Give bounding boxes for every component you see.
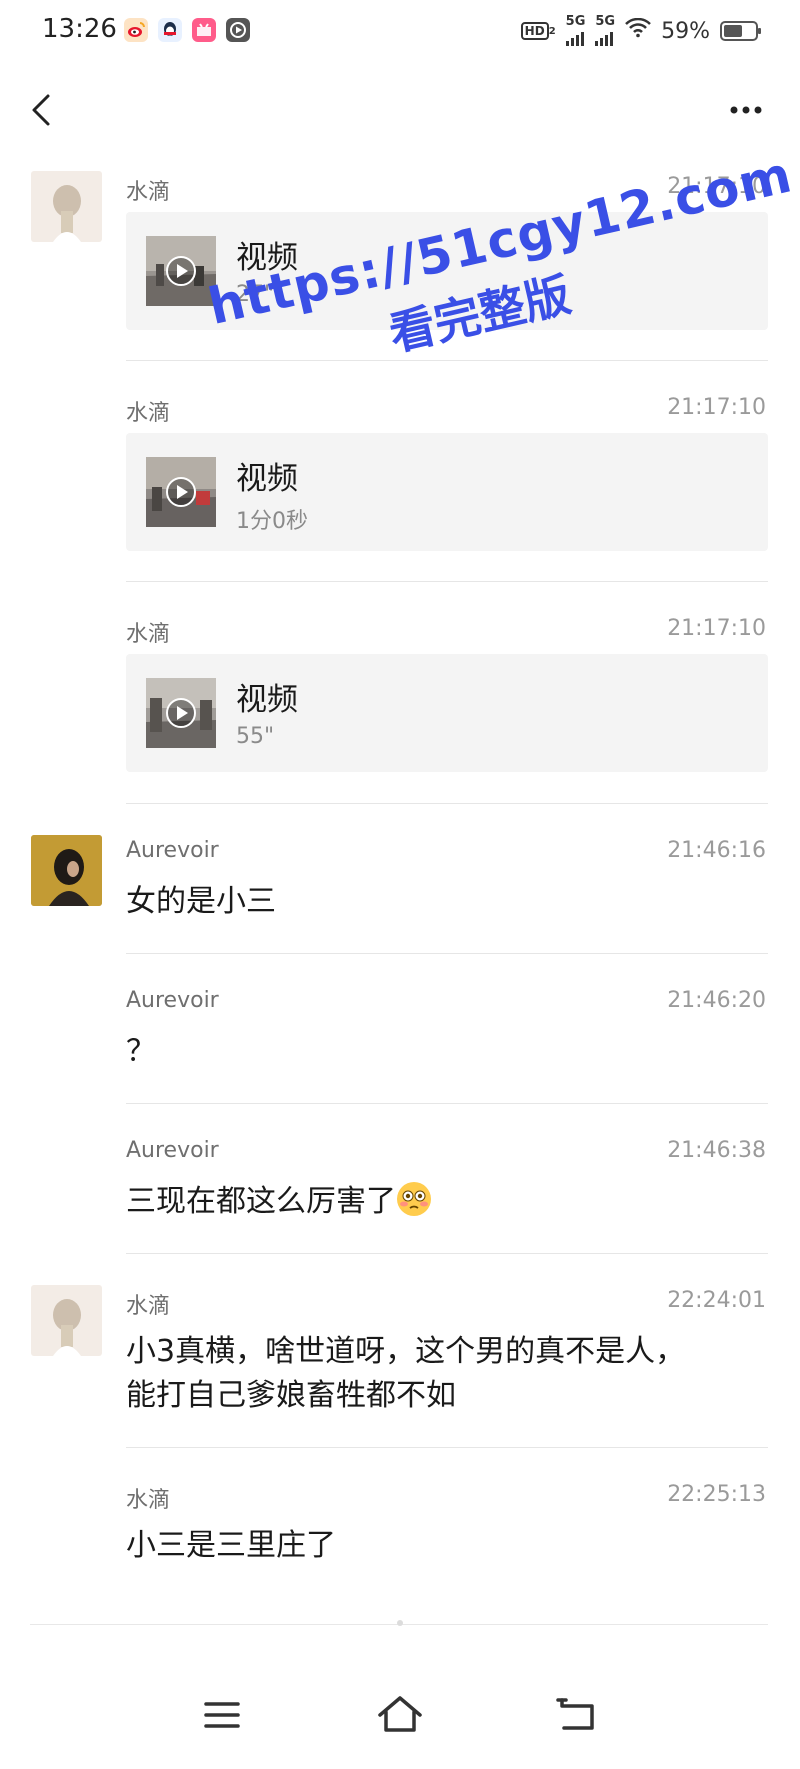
message-item: 水滴 21:17:10 视频 55"	[0, 601, 800, 801]
status-time: 13:26	[42, 14, 117, 44]
wifi-icon	[625, 17, 651, 44]
message-item: 水滴 22:24:01 小3真横，啥世道呀，这个男的真不是人， 能打自己爹娘畜牲…	[0, 1270, 800, 1430]
battery-icon	[720, 21, 761, 41]
message-time: 21:17:10	[667, 395, 766, 420]
message-divider	[126, 953, 768, 954]
sender-name: 水滴	[126, 1488, 171, 1513]
status-indicators: HD 2 5G 5G 59%	[520, 15, 761, 46]
pink-app-icon	[192, 18, 216, 42]
avatar[interactable]	[31, 171, 102, 242]
message-text: 女的是小三	[126, 884, 276, 919]
message-text-row: 三现在都这么厉害了	[126, 1180, 766, 1230]
message-time: 22:24:01	[667, 1288, 766, 1313]
video-thumbnail	[146, 236, 216, 306]
sender-name: 水滴	[126, 180, 171, 205]
message-text-line: 小3真横，啥世道呀，这个男的真不是人，	[126, 1334, 686, 1369]
status-app-icons	[124, 18, 250, 42]
sender-name: 水滴	[126, 401, 171, 426]
message-divider	[126, 1447, 768, 1448]
sender-name: Aurevoir	[126, 1138, 219, 1163]
message-text: 小3真横，啥世道呀，这个男的真不是人， 能打自己爹娘畜牲都不如	[126, 1330, 766, 1418]
message-text-line: 能打自己爹娘畜牲都不如	[126, 1378, 456, 1413]
qq-icon	[158, 18, 182, 42]
back-button[interactable]	[24, 86, 64, 134]
message-item: 水滴 22:25:13 小三是三里庄了	[0, 1464, 800, 1594]
avatar[interactable]	[31, 1285, 102, 1356]
signal-bars-icon	[595, 28, 614, 46]
message-divider	[126, 1103, 768, 1104]
signal-2: 5G	[595, 15, 615, 46]
message-time: 22:25:13	[667, 1482, 766, 1507]
status-bar: 13:26 HD 2 5G 5G 59%	[0, 0, 800, 64]
signal-bars-icon	[565, 28, 584, 46]
video-thumbnail	[146, 457, 216, 527]
scroll-indicator	[397, 1620, 403, 1626]
back-nav-button[interactable]	[548, 1690, 608, 1740]
video-title: 视频	[236, 240, 298, 276]
chevron-left-icon	[32, 94, 50, 126]
message-time: 21:46:20	[667, 988, 766, 1013]
sender-name: 水滴	[126, 1294, 171, 1319]
video-thumbnail	[146, 678, 216, 748]
hd-badge: HD 2	[520, 22, 556, 40]
video-duration: 55"	[236, 724, 275, 749]
sender-name: Aurevoir	[126, 988, 219, 1013]
video-duration: 1分0秒	[236, 509, 308, 534]
message-item: Aurevoir 21:46:16 女的是小三	[0, 820, 800, 950]
video-duration: 27"	[236, 282, 275, 307]
home-icon	[378, 1696, 422, 1732]
message-text: 小三是三里庄了	[126, 1528, 336, 1563]
message-divider	[126, 360, 768, 361]
message-text: ？	[126, 1034, 156, 1069]
message-text: 三现在都这么厉害了	[126, 1184, 396, 1219]
message-item: Aurevoir 21:46:38 三现在都这么厉害了	[0, 1120, 800, 1250]
avatar[interactable]	[31, 835, 102, 906]
message-time: 21:46:16	[667, 838, 766, 863]
message-divider	[126, 803, 768, 804]
message-item: 水滴 21:17:10 视频 27"	[0, 160, 800, 360]
message-item: 水滴 21:17:10 视频 1分0秒	[0, 380, 800, 580]
signal-1: 5G	[565, 15, 585, 46]
back-arrow-icon	[556, 1698, 594, 1730]
video-title: 视频	[236, 682, 298, 718]
chat-header	[0, 80, 800, 140]
battery-percent: 59%	[661, 18, 710, 44]
sender-name: 水滴	[126, 622, 171, 647]
video-message-card[interactable]: 视频 1分0秒	[126, 433, 768, 551]
system-nav-bar	[0, 1690, 800, 1750]
menu-icon	[204, 1702, 240, 1728]
message-time: 21:17:10	[667, 174, 766, 199]
sender-name: Aurevoir	[126, 838, 219, 863]
message-item: Aurevoir 21:46:20 ？	[0, 970, 800, 1100]
video-message-card[interactable]: 视频 27"	[126, 212, 768, 330]
message-time: 21:46:38	[667, 1138, 766, 1163]
video-app-icon	[226, 18, 250, 42]
more-options-button[interactable]	[722, 94, 770, 126]
home-button[interactable]	[370, 1690, 430, 1740]
message-divider	[126, 1253, 768, 1254]
video-message-card[interactable]: 视频 55"	[126, 654, 768, 772]
video-title: 视频	[236, 461, 298, 497]
more-dots-icon	[730, 106, 762, 114]
message-divider	[126, 581, 768, 582]
menu-button[interactable]	[192, 1690, 252, 1740]
weibo-icon	[124, 18, 148, 42]
flushed-face-emoji-icon	[396, 1181, 432, 1230]
message-time: 21:17:10	[667, 616, 766, 641]
